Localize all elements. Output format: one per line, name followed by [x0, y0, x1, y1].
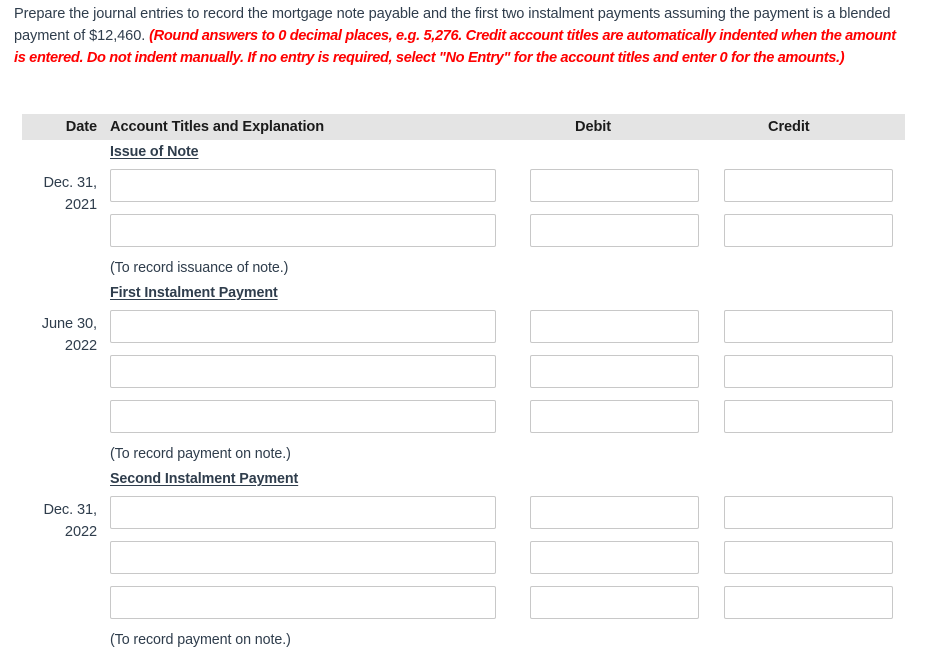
- entry-date-first-instalment-line1: June 30,: [41, 316, 97, 332]
- column-header-date: Date: [65, 119, 97, 135]
- table-row: [22, 398, 905, 443]
- table-header-row: Date Account Titles and Explanation Debi…: [22, 114, 905, 140]
- column-header-debit: Debit: [575, 119, 611, 135]
- entry-date-issue-of-note-line1: Dec. 31,: [43, 175, 97, 191]
- credit-amount-input-2-3[interactable]: [724, 400, 893, 433]
- entry-caption-second-instalment: (To record payment on note.): [110, 632, 291, 648]
- table-row: Dec. 31, 2021: [22, 167, 905, 213]
- caption-row-issue-of-note: (To record issuance of note.): [22, 257, 905, 281]
- entry-caption-issue-of-note: (To record issuance of note.): [110, 260, 289, 276]
- table-row: June 30, 2022: [22, 308, 905, 354]
- account-title-input-3-1[interactable]: [110, 496, 496, 529]
- journal-entry-table: Date Account Titles and Explanation Debi…: [22, 114, 905, 653]
- entry-date-second-instalment-line1: Dec. 31,: [43, 502, 97, 518]
- section-title-issue-of-note: Issue of Note: [110, 144, 199, 160]
- credit-amount-input-2-1[interactable]: [724, 310, 893, 343]
- entry-date-issue-of-note-line2: 2021: [64, 197, 97, 213]
- entry-caption-first-instalment: (To record payment on note.): [110, 446, 291, 462]
- section-title-second-instalment-payment: Second Instalment Payment: [110, 471, 299, 487]
- account-title-input-2-2[interactable]: [110, 355, 496, 388]
- table-row: [22, 212, 905, 257]
- entry-date-second-instalment-line2: 2022: [64, 524, 97, 540]
- credit-amount-input-1-2[interactable]: [724, 214, 893, 247]
- credit-amount-input-1-1[interactable]: [724, 169, 893, 202]
- instructions-paragraph: Prepare the journal entries to record th…: [14, 4, 904, 69]
- debit-amount-input-2-2[interactable]: [530, 355, 699, 388]
- section-title-first-instalment-payment: First Instalment Payment: [110, 285, 278, 301]
- account-title-input-1-1[interactable]: [110, 169, 496, 202]
- debit-amount-input-2-1[interactable]: [530, 310, 699, 343]
- credit-amount-input-2-2[interactable]: [724, 355, 893, 388]
- debit-amount-input-3-2[interactable]: [530, 541, 699, 574]
- table-row: [22, 539, 905, 584]
- table-row: Dec. 31, 2022: [22, 494, 905, 540]
- debit-amount-input-3-3[interactable]: [530, 586, 699, 619]
- section-title-row-second-instalment: Second Instalment Payment: [22, 467, 905, 494]
- debit-amount-input-3-1[interactable]: [530, 496, 699, 529]
- debit-amount-input-2-3[interactable]: [530, 400, 699, 433]
- debit-amount-input-1-1[interactable]: [530, 169, 699, 202]
- table-row: [22, 353, 905, 398]
- credit-amount-input-3-3[interactable]: [724, 586, 893, 619]
- table-row: [22, 584, 905, 629]
- entry-date-first-instalment-line2: 2022: [64, 338, 97, 354]
- section-title-row-first-instalment: First Instalment Payment: [22, 281, 905, 308]
- caption-row-first-instalment: (To record payment on note.): [22, 443, 905, 467]
- account-title-input-1-2[interactable]: [110, 214, 496, 247]
- debit-amount-input-1-2[interactable]: [530, 214, 699, 247]
- column-header-credit: Credit: [768, 119, 810, 135]
- account-title-input-3-2[interactable]: [110, 541, 496, 574]
- account-title-input-2-1[interactable]: [110, 310, 496, 343]
- account-title-input-3-3[interactable]: [110, 586, 496, 619]
- caption-row-second-instalment: (To record payment on note.): [22, 629, 905, 653]
- credit-amount-input-3-2[interactable]: [724, 541, 893, 574]
- credit-amount-input-3-1[interactable]: [724, 496, 893, 529]
- account-title-input-2-3[interactable]: [110, 400, 496, 433]
- column-header-account: Account Titles and Explanation: [110, 119, 325, 135]
- section-title-row-issue-of-note: Issue of Note: [22, 140, 905, 167]
